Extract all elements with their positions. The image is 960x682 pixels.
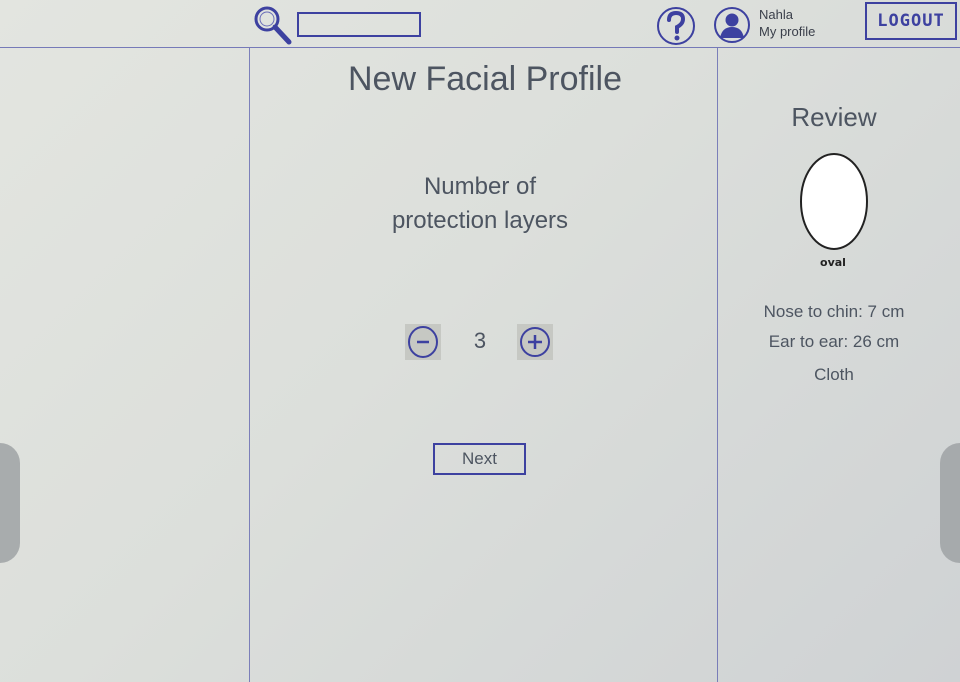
header-divider [0,47,960,48]
my-profile-link[interactable]: My profile [759,24,815,39]
next-button[interactable]: Next [433,443,526,475]
face-shape-label: oval [820,256,846,269]
search-input[interactable] [297,12,421,37]
step-question: Number of protection layers [330,170,630,238]
user-name: Nahla [759,7,793,22]
search-icon[interactable] [252,4,294,46]
avatar-icon[interactable] [712,6,752,44]
minus-icon [408,326,438,358]
left-column-divider [249,48,250,682]
face-shape-icon [799,152,869,251]
logout-button[interactable]: LOGOUT [865,2,957,40]
review-title: Review [791,102,877,132]
layers-stepper: 3 [405,324,555,360]
decrement-button[interactable] [405,324,441,360]
top-bar: Nahla My profile LOGOUT [0,0,960,48]
increment-button[interactable] [517,324,553,360]
help-icon[interactable] [656,6,696,46]
question-line-1: Number of [423,173,537,200]
page-title: New Facial Profile [348,60,622,98]
material-value: Cloth [814,365,854,384]
next-page-handle[interactable] [940,443,960,563]
nose-to-chin-value: Nose to chin: 7 cm [763,302,905,321]
layers-count: 3 [473,328,487,353]
question-line-2: protection layers [391,207,569,234]
plus-icon [520,327,550,357]
ear-to-ear-value: Ear to ear: 26 cm [768,332,900,351]
previous-page-handle[interactable] [0,443,20,563]
